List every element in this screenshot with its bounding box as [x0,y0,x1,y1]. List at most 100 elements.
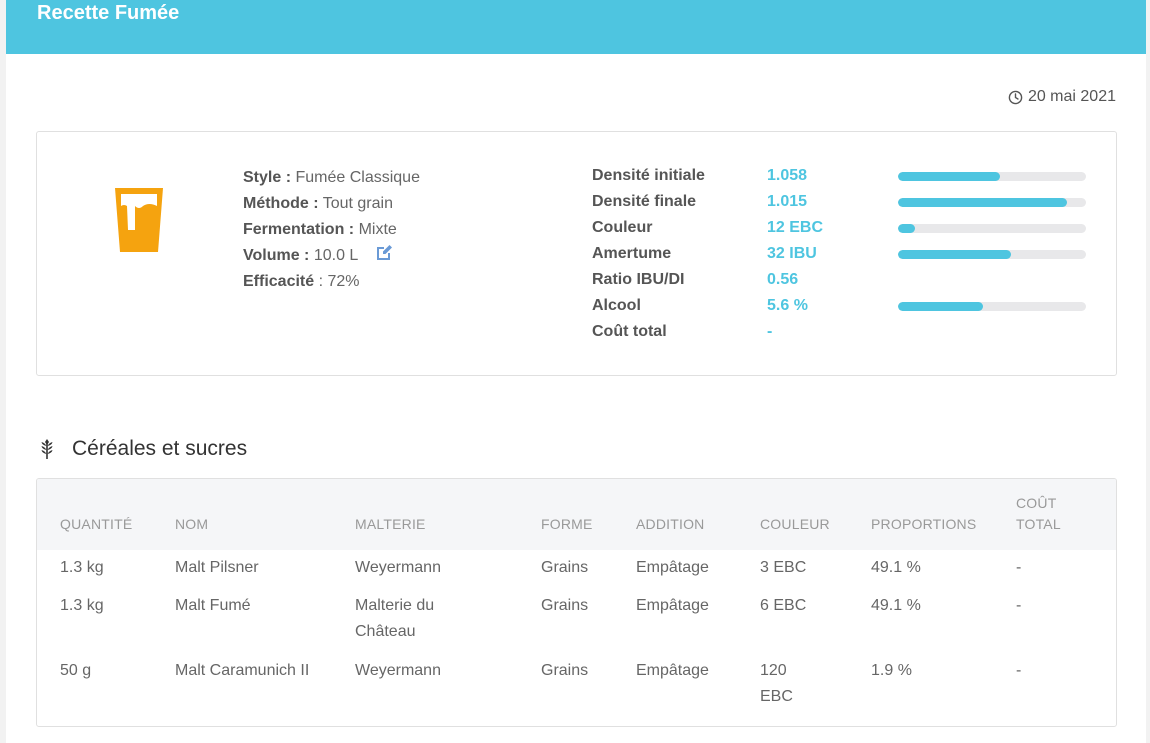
stat-row: Coût total - [592,319,823,345]
stat-value: 5.6 % [767,297,808,314]
stat-label: Densité finale [592,193,697,210]
progress-bar-track [898,302,1086,311]
stat-bar-slot [898,241,1086,267]
cell-proportion: 49.1 % [871,597,921,614]
cell-color: 120 EBC [760,662,793,705]
col-header-total-cost: COÛT TOTAL [1016,495,1061,532]
stat-row: Amertume 32 IBU [592,241,823,267]
col-header-form: FORME [541,516,593,532]
stat-row: Densité finale 1.015 [592,189,823,215]
recipe-page: Recette Fumée 20 mai 2021 Style : Fumée … [6,0,1146,743]
cell-cost: - [1016,559,1022,576]
progress-bar-track [898,172,1086,181]
stat-value: 1.058 [767,167,808,184]
progress-bar-track [898,250,1086,259]
progress-bar-fill [898,250,1011,259]
style-value: Fumée Classique [295,169,420,186]
progress-bar-fill [898,172,1000,181]
stat-row: Ratio IBU/DI 0.56 [592,267,823,293]
stat-bar-slot [898,163,1086,189]
stat-row: Alcool 5.6 % [592,293,823,319]
stat-label: Amertume [592,245,672,262]
col-header-quantity: QUANTITÉ [60,516,133,532]
edit-icon[interactable] [374,243,394,263]
cell-addition: Empâtage [636,662,709,679]
cell-form: Grains [541,559,589,576]
efficiency-row: Efficacité : 72% [243,269,420,295]
progress-bar-fill [898,224,915,233]
cell-proportion: 1.9 % [871,662,912,679]
cell-maltery: Malterie du Château [355,597,435,640]
recipe-info: Style : Fumée Classique Méthode : Tout g… [243,165,420,295]
cell-cost: - [1016,662,1022,679]
volume-value: 10.0 L [313,247,359,264]
col-header-name: NOM [175,516,209,532]
table-header: QUANTITÉ NOM MALTERIE FORME ADDITION COU… [37,479,1116,550]
cell-name: Malt Fumé [175,597,251,614]
stat-value: 1.015 [767,193,808,210]
volume-row: Volume : 10.0 L [243,243,420,269]
stat-value: - [767,323,773,340]
cell-maltery: Weyermann [355,559,441,576]
cell-name: Malt Pilsner [175,559,259,576]
stat-row: Couleur 12 EBC [592,215,823,241]
fermentation-label: Fermentation : [243,221,355,238]
progress-bar-fill [898,302,983,311]
method-row: Méthode : Tout grain [243,191,420,217]
fermentation-value: Mixte [358,221,397,238]
col-header-color: COULEUR [760,516,830,532]
stat-value: 32 IBU [767,245,817,262]
wheat-icon [41,439,53,459]
volume-label: Volume : [243,247,310,264]
cell-name: Malt Caramunich II [175,662,310,679]
cell-form: Grains [541,597,589,614]
efficiency-label: Efficacité [243,273,315,290]
method-value: Tout grain [322,195,393,212]
beer-glass-icon [115,188,163,252]
stat-label: Ratio IBU/DI [592,271,685,288]
cell-proportion: 49.1 % [871,559,921,576]
progress-bar-track [898,224,1086,233]
fermentation-row: Fermentation : Mixte [243,217,420,243]
method-label: Méthode : [243,195,319,212]
clock-icon [1008,90,1023,104]
cell-form: Grains [541,662,589,679]
style-row: Style : Fumée Classique [243,165,420,191]
section-header: Céréales et sucres [38,437,247,461]
cell-maltery: Weyermann [355,662,441,679]
cell-color: 3 EBC [760,559,807,576]
stat-value: 0.56 [767,271,799,288]
recipe-stats: Densité initiale 1.058 Densité finale 1.01… [592,163,823,345]
cell-quantity: 50 g [60,662,92,679]
style-label: Style : [243,169,292,186]
recipe-summary-card: Style : Fumée Classique Méthode : Tout g… [36,131,1117,376]
progress-bar-fill [898,198,1068,207]
section-title: Céréales et sucres [72,437,248,460]
cell-addition: Empâtage [636,597,709,614]
stat-label: Densité initiale [592,167,705,184]
cell-cost: - [1016,597,1022,614]
cell-addition: Empâtage [636,559,709,576]
stat-bar-slot [898,293,1086,319]
stat-row: Densité initiale 1.058 [592,163,823,189]
stat-progress-bars [898,163,1086,345]
stat-label: Couleur [592,219,653,236]
stat-label: Alcool [592,297,641,314]
cell-quantity: 1.3 kg [60,597,104,614]
stat-bar-slot [898,267,1086,293]
cell-color: 6 EBC [760,597,807,614]
efficiency-value: : 72% [318,273,360,290]
stat-value: 12 EBC [767,219,824,236]
stat-bar-slot [898,189,1086,215]
col-header-maltery: MALTERIE [355,516,426,532]
grains-table: QUANTITÉ NOM MALTERIE FORME ADDITION COU… [36,478,1117,727]
page-header: Recette Fumée [6,0,1146,54]
date-text: 20 mai 2021 [1027,88,1116,105]
recipe-date: 20 mai 2021 [1008,88,1116,106]
col-header-proportions: PROPORTIONS [871,516,977,532]
progress-bar-track [898,198,1086,207]
cell-quantity: 1.3 kg [60,559,104,576]
stat-bar-slot [898,319,1086,345]
col-header-addition: ADDITION [636,516,705,532]
stat-label: Coût total [592,323,667,340]
